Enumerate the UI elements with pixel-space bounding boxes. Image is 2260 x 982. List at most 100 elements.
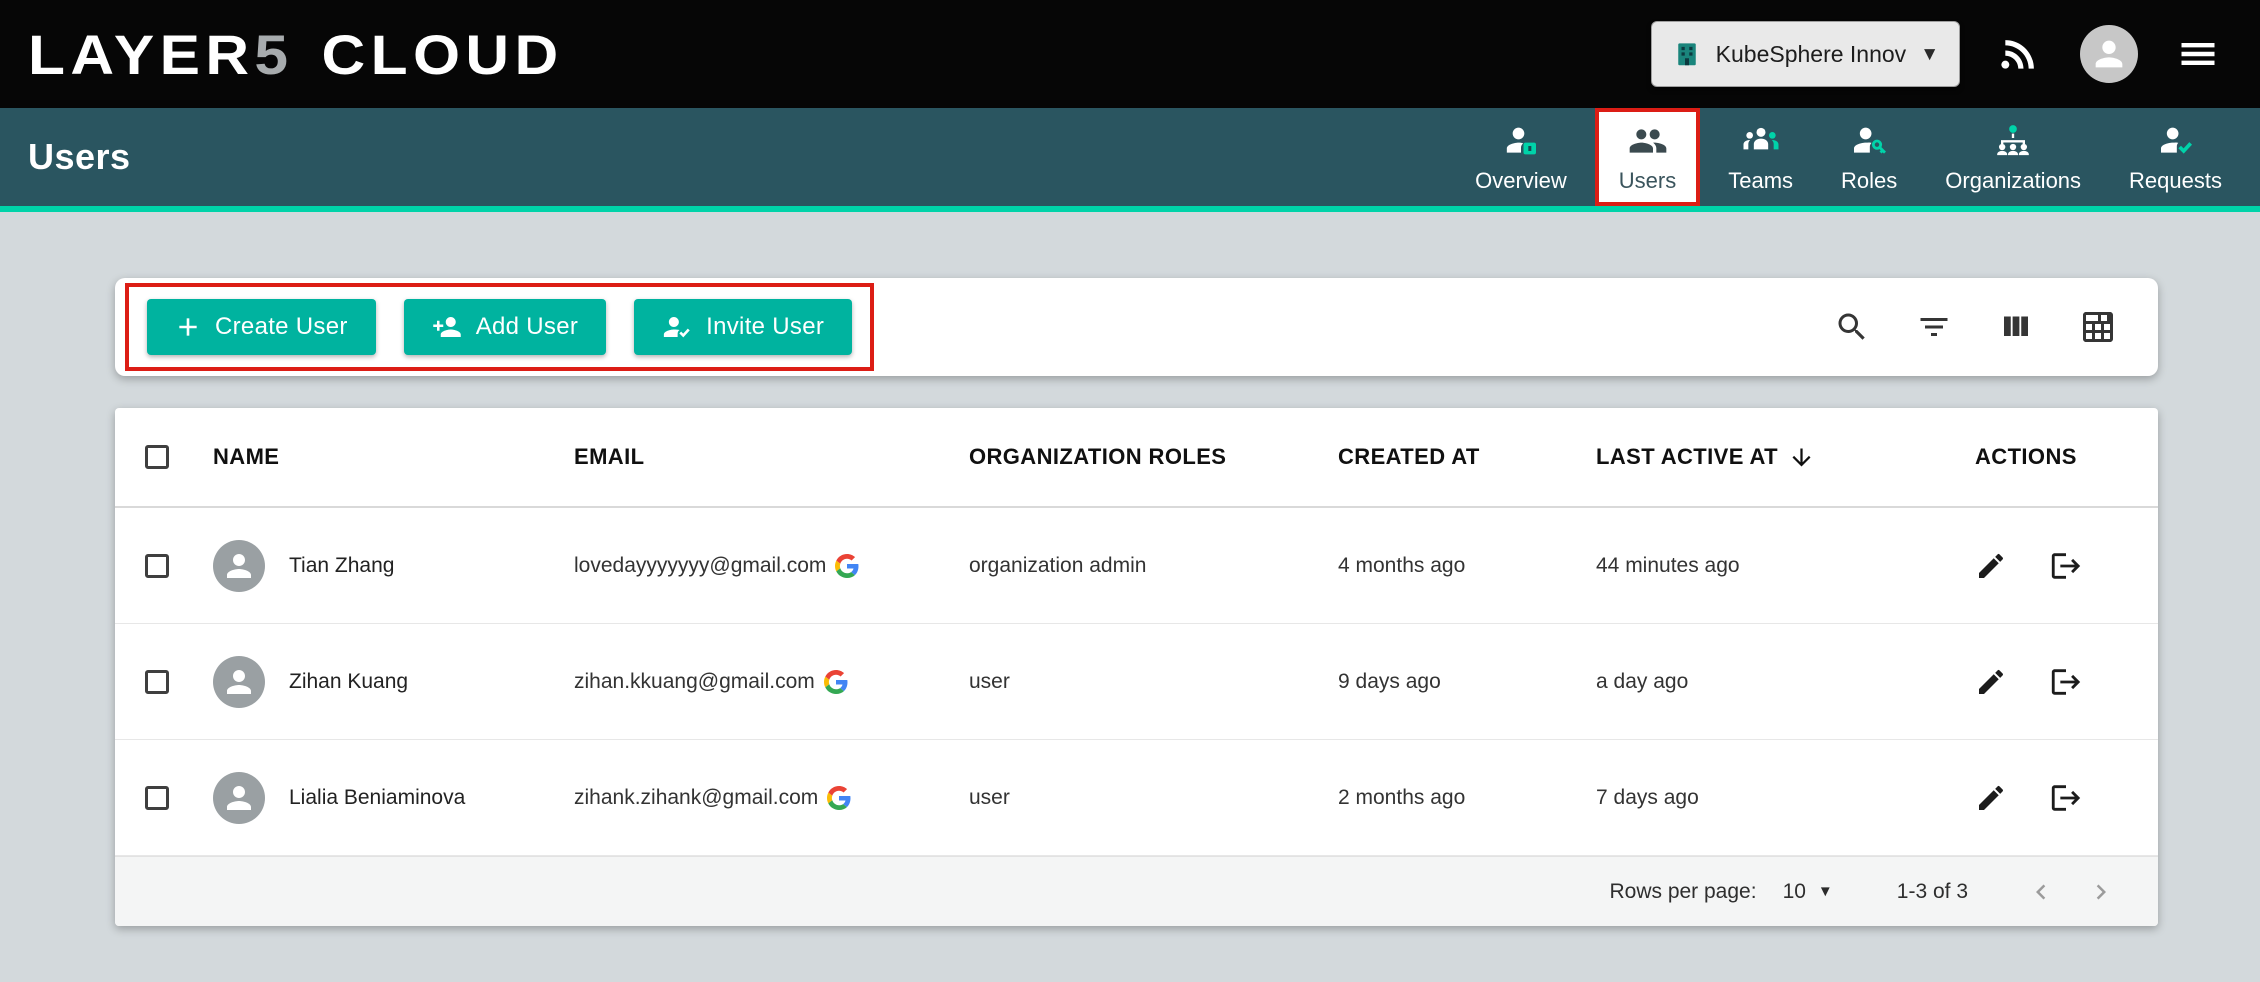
logo-text-5: 5 — [254, 23, 293, 86]
tab-overview[interactable]: Overview — [1451, 108, 1591, 206]
add-user-label: Add User — [476, 313, 578, 341]
user-name-cell: Zihan Kuang — [213, 656, 574, 708]
tab-label: Teams — [1728, 168, 1793, 194]
remove-user-icon[interactable] — [2049, 665, 2083, 699]
row-checkbox[interactable] — [145, 670, 169, 694]
annotation-box-user-buttons: Create User Add User Invite User — [125, 283, 874, 371]
column-header-name[interactable]: NAME — [213, 444, 574, 470]
rss-feed-icon[interactable] — [1998, 32, 2042, 76]
overview-icon — [1501, 121, 1541, 161]
column-header-label: LAST ACTIVE AT — [1596, 444, 1778, 470]
user-email: lovedayyyyyyy@gmail.com — [574, 554, 826, 578]
add-user-button[interactable]: Add User — [404, 299, 606, 355]
tab-label: Users — [1619, 168, 1676, 194]
tab-label: Roles — [1841, 168, 1897, 194]
building-icon — [1672, 39, 1702, 69]
tab-organizations[interactable]: Organizations — [1921, 108, 2105, 206]
users-toolbar: Create User Add User Invite User — [115, 278, 2158, 376]
pagination-range: 1-3 of 3 — [1897, 880, 1968, 904]
user-avatar[interactable] — [2080, 25, 2138, 83]
user-avatar-icon — [213, 772, 265, 824]
person-add-icon — [432, 312, 462, 342]
tab-label: Organizations — [1945, 168, 2081, 194]
layer5-cloud-logo[interactable]: LAYER5 CLOUD — [28, 22, 564, 87]
topbar: LAYER5 CLOUD KubeSphere Innov ▼ — [0, 0, 2260, 108]
rows-per-page-label: Rows per page: — [1609, 880, 1756, 904]
organizations-icon — [1993, 121, 2033, 161]
sort-descending-icon[interactable] — [1788, 444, 1815, 471]
columns-view-icon[interactable] — [1998, 309, 2034, 345]
hamburger-menu-icon[interactable] — [2176, 32, 2220, 76]
avatar — [2080, 25, 2138, 83]
remove-user-icon[interactable] — [2049, 549, 2083, 583]
table-row[interactable]: Lialia Beniaminova zihank.zihank@gmail.c… — [115, 740, 2158, 856]
org-selector[interactable]: KubeSphere Innov ▼ — [1651, 21, 1960, 87]
edit-user-icon[interactable] — [1975, 666, 2007, 698]
column-header-created-at[interactable]: CREATED AT — [1338, 444, 1596, 470]
user-name-cell: Tian Zhang — [213, 540, 574, 592]
invite-user-label: Invite User — [706, 313, 824, 341]
next-page-button[interactable] — [2086, 877, 2116, 907]
remove-user-icon[interactable] — [2049, 781, 2083, 815]
person-check-icon — [662, 312, 692, 342]
user-name: Zihan Kuang — [289, 670, 408, 694]
user-email-cell: zihan.kkuang@gmail.com — [574, 670, 969, 694]
row-actions — [1957, 549, 2158, 583]
org-selector-label: KubeSphere Innov — [1716, 41, 1907, 68]
column-header-org-roles[interactable]: ORGANIZATION ROLES — [969, 444, 1338, 470]
table-row[interactable]: Zihan Kuang zihan.kkuang@gmail.com user … — [115, 624, 2158, 740]
topbar-actions: KubeSphere Innov ▼ — [1651, 21, 2220, 87]
user-org-role: user — [969, 670, 1338, 694]
invite-user-button[interactable]: Invite User — [634, 299, 852, 355]
users-table: NAME EMAIL ORGANIZATION ROLES CREATED AT… — [115, 408, 2158, 926]
logo-text-layer: LAYER — [28, 23, 254, 86]
create-user-button[interactable]: Create User — [147, 299, 376, 355]
user-created-at: 4 months ago — [1338, 554, 1596, 578]
column-header-last-active-at[interactable]: LAST ACTIVE AT — [1596, 444, 1957, 471]
user-created-at: 9 days ago — [1338, 670, 1596, 694]
user-name: Tian Zhang — [289, 554, 394, 578]
column-header-email[interactable]: EMAIL — [574, 444, 969, 470]
user-avatar-icon — [213, 656, 265, 708]
edit-user-icon[interactable] — [1975, 550, 2007, 582]
tab-teams[interactable]: Teams — [1704, 108, 1817, 206]
rows-per-page-value: 10 — [1783, 880, 1806, 904]
select-all-checkbox[interactable] — [145, 445, 169, 469]
user-last-active-at: a day ago — [1596, 670, 1957, 694]
teams-icon — [1741, 121, 1781, 161]
user-email: zihan.kkuang@gmail.com — [574, 670, 815, 694]
users-icon — [1628, 121, 1668, 161]
google-icon — [827, 786, 851, 810]
previous-page-button[interactable] — [2026, 877, 2056, 907]
table-pagination: Rows per page: 10 ▼ 1-3 of 3 — [115, 856, 2158, 926]
subheader: Users Overview Users Teams — [0, 108, 2260, 212]
user-name-cell: Lialia Beniaminova — [213, 772, 574, 824]
user-email-cell: lovedayyyyyyy@gmail.com — [574, 554, 969, 578]
row-checkbox[interactable] — [145, 554, 169, 578]
page: LAYER5 CLOUD KubeSphere Innov ▼ — [0, 0, 2260, 982]
tab-requests[interactable]: Requests — [2105, 108, 2246, 206]
rows-per-page-select[interactable]: 10 ▼ — [1783, 880, 1833, 904]
tab-users[interactable]: Users — [1595, 108, 1700, 206]
user-name: Lialia Beniaminova — [289, 786, 465, 810]
logo-text-cloud: CLOUD — [322, 23, 564, 86]
row-checkbox[interactable] — [145, 786, 169, 810]
user-email: zihank.zihank@gmail.com — [574, 786, 818, 810]
user-last-active-at: 44 minutes ago — [1596, 554, 1957, 578]
filter-icon[interactable] — [1916, 309, 1952, 345]
column-header-actions: ACTIONS — [1957, 444, 2158, 470]
chevron-down-icon: ▼ — [1818, 884, 1833, 899]
search-icon[interactable] — [1834, 309, 1870, 345]
tab-bar: Overview Users Teams Roles — [1451, 108, 2246, 206]
google-icon — [835, 554, 859, 578]
grid-view-icon[interactable] — [2080, 309, 2116, 345]
user-last-active-at: 7 days ago — [1596, 786, 1957, 810]
requests-icon — [2156, 121, 2196, 161]
table-header-row: NAME EMAIL ORGANIZATION ROLES CREATED AT… — [115, 408, 2158, 508]
create-user-label: Create User — [215, 313, 348, 341]
edit-user-icon[interactable] — [1975, 782, 2007, 814]
tab-roles[interactable]: Roles — [1817, 108, 1921, 206]
user-org-role: user — [969, 786, 1338, 810]
table-row[interactable]: Tian Zhang lovedayyyyyyy@gmail.com organ… — [115, 508, 2158, 624]
toolbar-view-controls — [1834, 309, 2116, 345]
